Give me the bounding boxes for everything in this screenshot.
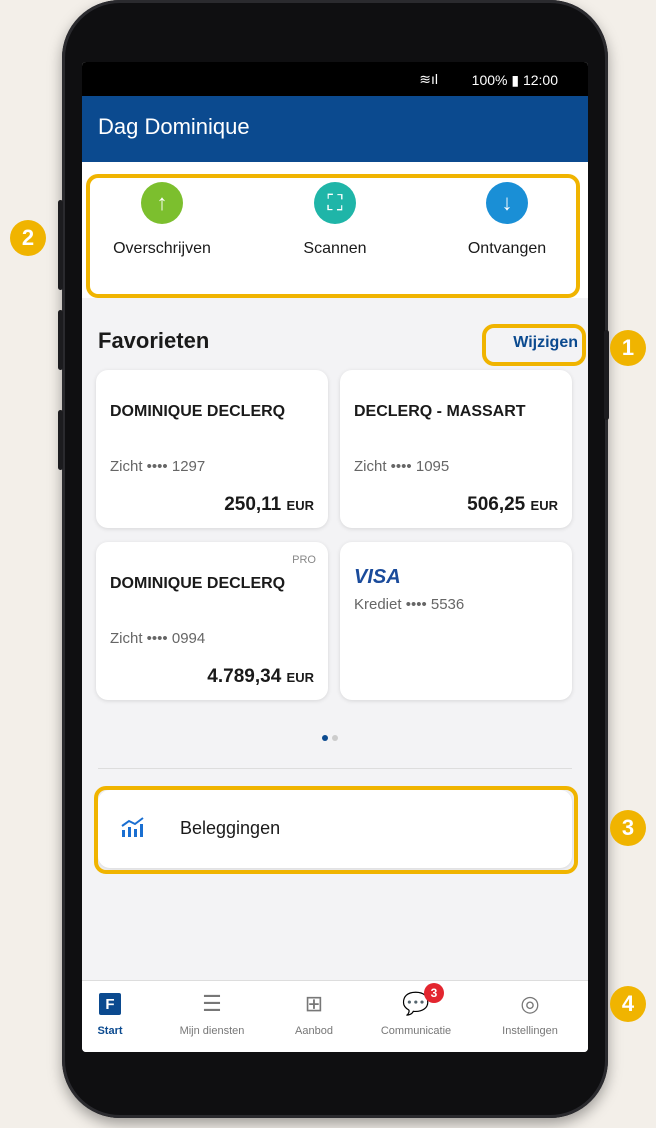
favorite-card[interactable]: PRO DOMINIQUE DECLERQ Zicht •••• 0994 4.… [96, 542, 328, 700]
card-balance: 250,11 EUR [224, 494, 314, 515]
callout-1: 1 [610, 330, 646, 366]
offers-icon: ⊞ [304, 991, 324, 1016]
phone-side-button [604, 330, 609, 420]
chat-icon: 💬 3 [366, 983, 466, 1019]
bottom-navigation: F Start ☰ Mijn diensten ⊞ Aanbod 💬 3 Com… [82, 980, 588, 1052]
phone-side-button [58, 310, 63, 370]
card-account-holder: DOMINIQUE DECLERQ [110, 403, 286, 420]
nav-offers[interactable]: ⊞ Aanbod [264, 989, 364, 1037]
highlight-edit-button [482, 324, 586, 366]
nav-label: Instellingen [502, 1025, 558, 1037]
nav-settings[interactable]: ◎ Instellingen [480, 989, 580, 1037]
callout-2: 2 [10, 220, 46, 256]
highlight-investments [94, 786, 578, 874]
card-balance: 506,25 EUR [467, 494, 558, 515]
notification-badge: 3 [424, 983, 444, 1003]
callout-3: 3 [610, 810, 646, 846]
list-icon: ☰ [202, 991, 222, 1016]
card-account-holder: DOMINIQUE DECLERQ [110, 575, 286, 592]
phone-side-button [58, 200, 63, 290]
card-account-holder: DECLERQ - MASSART [354, 403, 526, 420]
pagination-dot-active[interactable] [322, 735, 328, 741]
start-icon: F [82, 989, 160, 1019]
card-account-number: Zicht •••• 1297 [110, 458, 206, 475]
nav-label: Mijn diensten [179, 1025, 245, 1037]
card-account-number: Zicht •••• 1095 [354, 458, 450, 475]
nav-start[interactable]: F Start [82, 989, 160, 1037]
favorite-card[interactable]: DOMINIQUE DECLERQ Zicht •••• 1297 250,11… [96, 370, 328, 528]
nav-communication[interactable]: 💬 3 Communicatie [366, 983, 466, 1037]
status-bar: ≋ıl 100% ▮ 12:00 [82, 62, 588, 96]
pagination-dot[interactable] [332, 735, 338, 741]
nav-label: Aanbod [295, 1025, 333, 1037]
callout-4: 4 [610, 986, 646, 1022]
pagination-dots [322, 728, 342, 746]
nav-label: Start [97, 1025, 123, 1037]
user-settings-icon: ◎ [520, 991, 540, 1016]
phone-side-button [58, 410, 63, 470]
visa-logo: VISA [354, 566, 401, 588]
card-account-number: Zicht •••• 0994 [110, 630, 206, 647]
card-account-number: Krediet •••• 5536 [354, 596, 465, 613]
pro-badge: PRO [292, 554, 316, 566]
card-balance: 4.789,34 EUR [207, 666, 314, 687]
highlight-quick-actions [86, 174, 580, 298]
favorite-card[interactable]: DECLERQ - MASSART Zicht •••• 1095 506,25… [340, 370, 572, 528]
favorite-card[interactable]: VISA Krediet •••• 5536 [340, 542, 572, 700]
status-text: 100% ▮ 12:00 [471, 72, 558, 88]
nav-label: Communicatie [380, 1025, 452, 1037]
nav-my-services[interactable]: ☰ Mijn diensten [162, 989, 262, 1037]
favorites-title: Favorieten [98, 328, 210, 353]
divider [98, 768, 572, 769]
app-header: Dag Dominique [82, 96, 588, 162]
wifi-signal-icon: ≋ıl [419, 71, 438, 87]
greeting-title: Dag Dominique [98, 114, 250, 139]
